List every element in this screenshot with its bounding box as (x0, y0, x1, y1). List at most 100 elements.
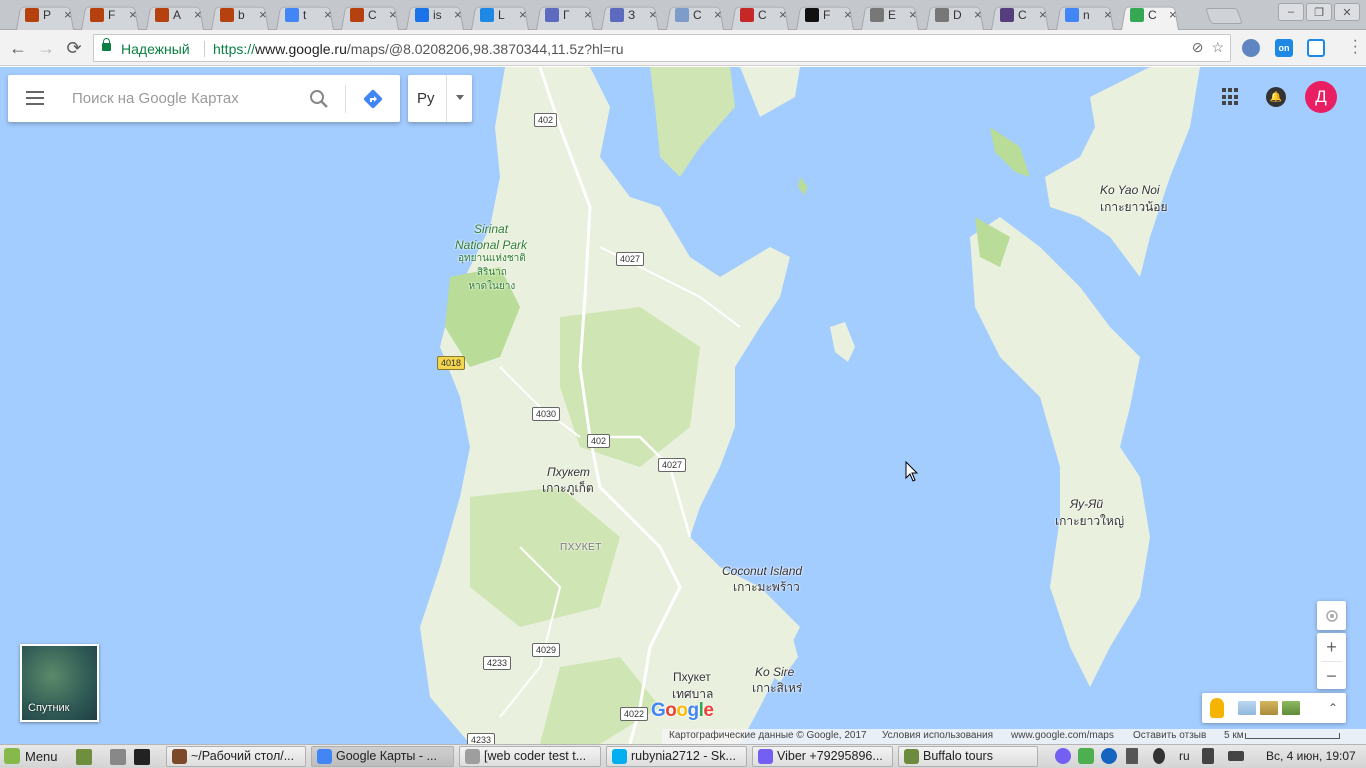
my-location-button[interactable] (1317, 601, 1346, 630)
tab-title: Г (563, 8, 570, 22)
satellite-toggle[interactable]: Спутник (20, 644, 99, 722)
show-desktop-icon[interactable] (76, 749, 92, 765)
forward-button[interactable]: → (34, 36, 58, 60)
expand-icon[interactable]: ⌃ (1328, 701, 1338, 715)
pegman-icon[interactable] (1210, 698, 1224, 718)
close-tab-icon[interactable]: × (844, 7, 852, 22)
close-window-button[interactable]: ✕ (1334, 3, 1360, 21)
browser-tab[interactable]: C × (662, 0, 728, 31)
close-tab-icon[interactable]: × (974, 7, 982, 22)
browser-tab[interactable]: Г × (532, 0, 598, 31)
location-blocked-icon[interactable]: ⊘ (1192, 39, 1204, 56)
bluetooth-icon[interactable] (1153, 748, 1165, 764)
road-shield: 4018 (437, 356, 466, 370)
close-tab-icon[interactable]: × (454, 7, 462, 22)
imagery-thumb-icon[interactable] (1238, 701, 1256, 715)
close-tab-icon[interactable]: × (649, 7, 657, 22)
minimize-button[interactable]: – (1278, 3, 1304, 21)
scale-label[interactable]: 5 км (1224, 730, 1244, 741)
browser-tab[interactable]: F × (792, 0, 858, 31)
browser-menu-icon[interactable]: · · · (1353, 33, 1358, 61)
browser-tab[interactable]: is × (402, 0, 468, 31)
close-tab-icon[interactable]: × (584, 7, 592, 22)
imagery-thumb-icon[interactable] (1260, 701, 1278, 715)
close-tab-icon[interactable]: × (64, 7, 72, 22)
zoom-in-button[interactable]: + (1317, 633, 1346, 661)
search-icon[interactable] (309, 89, 329, 109)
directions-icon[interactable] (362, 88, 384, 110)
close-tab-icon[interactable]: × (779, 7, 787, 22)
browser-tab[interactable]: З × (597, 0, 663, 31)
close-tab-icon[interactable]: × (129, 7, 137, 22)
viber-tray-icon[interactable] (1055, 748, 1071, 764)
browser-tab[interactable]: A × (142, 0, 208, 31)
apps-grid-icon[interactable] (1222, 88, 1240, 106)
close-tab-icon[interactable]: × (194, 7, 202, 22)
terms-link[interactable]: Условия использования (882, 730, 993, 741)
language-selector[interactable]: Ру (408, 75, 472, 122)
close-tab-icon[interactable]: × (389, 7, 397, 22)
maps-site-link[interactable]: www.google.com/maps (1011, 730, 1114, 741)
close-tab-icon[interactable]: × (1169, 7, 1177, 22)
file-manager-icon[interactable] (110, 749, 126, 765)
bookmark-star-icon[interactable]: ☆ (1211, 39, 1224, 56)
volume-icon[interactable] (1202, 748, 1214, 764)
new-tab-button[interactable] (1205, 8, 1243, 24)
browser-tab[interactable]: P × (12, 0, 78, 31)
map-canvas[interactable]: Sirinat National Park อุทยานแห่งชาติ สิริน… (0, 67, 1366, 744)
taskbar-window-button[interactable]: rubynia2712 - Sk... (606, 746, 747, 767)
taskbar-window-button[interactable]: [web coder test t... (459, 746, 601, 767)
url-text[interactable]: https://www.google.ru/maps/@8.0208206,98… (213, 41, 624, 57)
close-tab-icon[interactable]: × (1039, 7, 1047, 22)
account-avatar[interactable]: Д (1305, 81, 1337, 113)
browser-tab[interactable]: n × (1052, 0, 1118, 31)
update-ok-tray-icon[interactable] (1078, 748, 1094, 764)
address-bar[interactable]: Надежный https://www.google.ru/maps/@8.0… (93, 34, 1231, 62)
tab-title: L (498, 8, 505, 22)
taskbar-window-button[interactable]: Google Карты - ... (311, 746, 454, 767)
zoom-out-button[interactable]: − (1317, 662, 1346, 690)
close-tab-icon[interactable]: × (1104, 7, 1112, 22)
browser-tab[interactable]: C × (987, 0, 1053, 31)
menu-icon[interactable] (26, 91, 46, 105)
terminal-icon[interactable] (134, 749, 150, 765)
on-extension-icon[interactable]: on (1275, 39, 1293, 57)
back-button[interactable]: ← (6, 36, 30, 60)
browser-tab[interactable]: L × (467, 0, 533, 31)
keyboard-layout-indicator[interactable]: ru (1179, 749, 1190, 763)
browser-tab[interactable]: C × (1117, 0, 1183, 31)
network-signal-icon[interactable] (1126, 748, 1138, 764)
browser-tab[interactable]: F × (77, 0, 143, 31)
taskbar-window-button[interactable]: ~/Рабочий стол/... (166, 746, 306, 767)
chevron-down-icon[interactable] (456, 95, 464, 100)
clock[interactable]: Вс, 4 июн, 19:07 (1266, 749, 1356, 763)
taskbar-window-button[interactable]: Viber +79295896... (752, 746, 893, 767)
cast-icon[interactable] (1307, 39, 1325, 57)
brick-icon (90, 8, 104, 22)
close-tab-icon[interactable]: × (714, 7, 722, 22)
imagery-thumb-icon[interactable] (1282, 701, 1300, 715)
feedback-link[interactable]: Оставить отзыв (1133, 730, 1206, 741)
reload-button[interactable]: ⟳ (62, 36, 86, 60)
browser-tab[interactable]: b × (207, 0, 273, 31)
taskbar-window-button[interactable]: Buffalo tours (898, 746, 1038, 767)
close-tab-icon[interactable]: × (519, 7, 527, 22)
battery-icon[interactable] (1228, 751, 1244, 761)
start-menu-button[interactable]: Menu (4, 748, 58, 764)
close-tab-icon[interactable]: × (909, 7, 917, 22)
close-tab-icon[interactable]: × (324, 7, 332, 22)
browser-tab[interactable]: D × (922, 0, 988, 31)
browser-tab[interactable]: E × (857, 0, 923, 31)
maximize-button[interactable]: ❐ (1306, 3, 1332, 21)
task-label: Buffalo tours (923, 749, 993, 763)
shield-tray-icon[interactable] (1101, 748, 1117, 764)
browser-tab[interactable]: t × (272, 0, 338, 31)
browser-tab[interactable]: C × (727, 0, 793, 31)
notifications-bell-icon[interactable]: 🔔 (1266, 87, 1286, 107)
extension-icon[interactable] (1242, 39, 1260, 57)
google-icon (285, 8, 299, 22)
crosshair-icon (1325, 609, 1338, 622)
search-input[interactable]: Поиск на Google Картах (72, 90, 239, 107)
close-tab-icon[interactable]: × (259, 7, 267, 22)
browser-tab[interactable]: C × (337, 0, 403, 31)
